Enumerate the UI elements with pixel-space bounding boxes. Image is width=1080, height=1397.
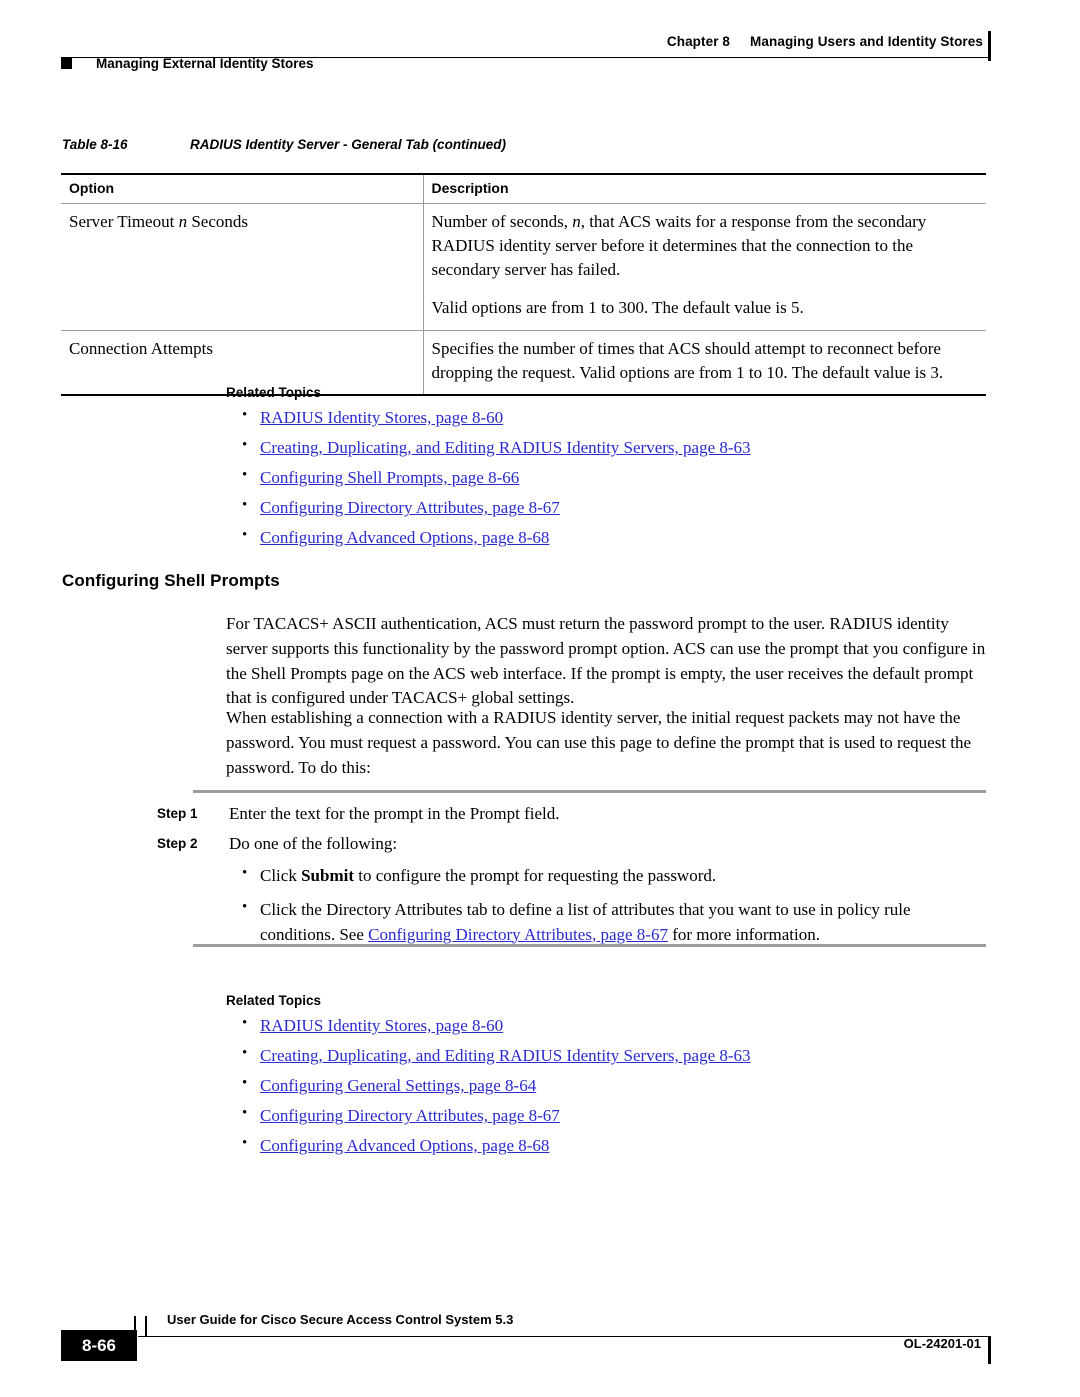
table-header-row: Option Description [61, 173, 986, 204]
table-column-header-description: Description [422, 173, 986, 204]
related-topic-link[interactable]: Configuring General Settings, page 8-64 [260, 1076, 536, 1095]
related-topic-link[interactable]: Configuring Advanced Options, page 8-68 [260, 1136, 549, 1155]
table-row: Server Timeout n Seconds Number of secon… [61, 203, 986, 331]
header-edge-tick [988, 31, 991, 61]
related-topic-link[interactable]: Configuring Directory Attributes, page 8… [260, 1106, 560, 1125]
list-item: Configuring Advanced Options, page 8-68 [226, 526, 988, 549]
description-paragraph: Number of seconds, n, that ACS waits for… [431, 212, 927, 280]
bullet-1-post: to configure the prompt for requesting t… [354, 866, 717, 885]
bullet-1-pre: Click [260, 866, 302, 885]
variable-n: n [572, 212, 581, 231]
option-name-prefix: Server Timeout [69, 212, 179, 231]
footer-tick-right [145, 1316, 147, 1336]
description-paragraph: Specifies the number of times that ACS s… [431, 338, 944, 382]
procedure-step-2: Step 2 Do one of the following: [157, 832, 988, 857]
header-section-title: Managing External Identity Stores [96, 56, 314, 71]
step-2-options-list: Click Submit to configure the prompt for… [226, 863, 988, 956]
step-1-text: Enter the text for the prompt in the Pro… [229, 804, 560, 823]
procedure-step-1: Step 1 Enter the text for the prompt in … [157, 802, 988, 827]
list-item: RADIUS Identity Stores, page 8-60 [226, 1014, 988, 1037]
inline-cross-reference-link[interactable]: Configuring Directory Attributes, page 8… [368, 925, 668, 944]
page-section-heading: Configuring Shell Prompts [62, 571, 280, 590]
radius-general-tab-table: Option Description Server Timeout n Seco… [61, 173, 986, 396]
header-chapter-title: Managing Users and Identity Stores [750, 34, 983, 49]
table-caption-title: RADIUS Identity Server - General Tab (co… [190, 137, 507, 152]
related-topic-link[interactable]: Creating, Duplicating, and Editing RADIU… [260, 1046, 751, 1065]
related-topics-heading: Related Topics [226, 385, 322, 400]
list-item: Configuring Directory Attributes, page 8… [226, 1104, 988, 1127]
submit-button-reference: Submit [301, 866, 355, 885]
list-item: Click the Directory Attributes tab to de… [226, 897, 988, 948]
related-topic-link[interactable]: Configuring Directory Attributes, page 8… [260, 498, 560, 517]
description-paragraph: Valid options are from 1 to 300. The def… [431, 298, 804, 318]
option-name-suffix: Seconds [187, 212, 248, 231]
related-topic-link[interactable]: Configuring Shell Prompts, page 8-66 [260, 468, 519, 487]
list-item: Configuring Directory Attributes, page 8… [226, 496, 988, 519]
procedure-bottom-rule [193, 944, 986, 947]
footer-guide-title: User Guide for Cisco Secure Access Contr… [167, 1312, 514, 1327]
table-caption-number: Table 8-16 [62, 137, 128, 152]
square-bullet-icon [61, 58, 72, 69]
related-topic-link[interactable]: Creating, Duplicating, and Editing RADIU… [260, 438, 751, 457]
list-item: Configuring General Settings, page 8-64 [226, 1074, 988, 1097]
step-1-label: Step 1 [157, 806, 198, 821]
related-topic-link[interactable]: Configuring Advanced Options, page 8-68 [260, 528, 549, 547]
related-topics-list-1: RADIUS Identity Stores, page 8-60 Creati… [226, 406, 988, 549]
related-topics-block-1: Related Topics RADIUS Identity Stores, p… [226, 385, 988, 557]
section-paragraph-1-wrap: For TACACS+ ASCII authentication, ACS mu… [226, 612, 988, 711]
document-page: Chapter 8 Managing Users and Identity Sto… [0, 0, 1080, 1397]
table-cell-description: Number of seconds, n, that ACS waits for… [422, 203, 986, 331]
related-topics-block-2: Related Topics RADIUS Identity Stores, p… [226, 993, 988, 1165]
related-topics-list-2: RADIUS Identity Stores, page 8-60 Creati… [226, 1014, 988, 1157]
page-number-badge: 8-66 [61, 1330, 137, 1361]
section-paragraph-2-wrap: When establishing a connection with a RA… [226, 706, 988, 780]
section-paragraph-2: When establishing a connection with a RA… [226, 708, 972, 777]
step-2-text: Do one of the following: [229, 834, 398, 853]
step-2-label: Step 2 [157, 836, 198, 851]
list-item: RADIUS Identity Stores, page 8-60 [226, 406, 988, 429]
footer-rule [138, 1336, 990, 1337]
list-item: Configuring Advanced Options, page 8-68 [226, 1134, 988, 1157]
bullet-2-post: for more information. [667, 924, 820, 944]
list-item: Creating, Duplicating, and Editing RADIU… [226, 436, 988, 459]
footer-document-id: OL-24201-01 [903, 1336, 981, 1351]
list-item: Creating, Duplicating, and Editing RADIU… [226, 1044, 988, 1067]
option-name-variable: n [178, 212, 188, 231]
table-cell-option: Server Timeout n Seconds [61, 203, 423, 331]
table-column-header-option: Option [61, 173, 423, 204]
related-topics-heading: Related Topics [226, 993, 322, 1008]
table-caption: Table 8-16 RADIUS Identity Server - Gener… [62, 137, 506, 152]
list-item: Configuring Shell Prompts, page 8-66 [226, 466, 988, 489]
section-paragraph-1: For TACACS+ ASCII authentication, ACS mu… [226, 614, 986, 708]
footer-edge-tick [988, 1336, 991, 1364]
header-chapter-number: Chapter 8 [666, 34, 731, 49]
related-topic-link[interactable]: RADIUS Identity Stores, page 8-60 [260, 408, 503, 427]
related-topic-link[interactable]: RADIUS Identity Stores, page 8-60 [260, 1016, 503, 1035]
list-item: Click Submit to configure the prompt for… [226, 863, 988, 889]
header-section-info: Managing External Identity Stores [61, 56, 314, 71]
header-chapter-info: Chapter 8 Managing Users and Identity Sto… [667, 34, 983, 49]
procedure-top-rule [193, 790, 986, 793]
